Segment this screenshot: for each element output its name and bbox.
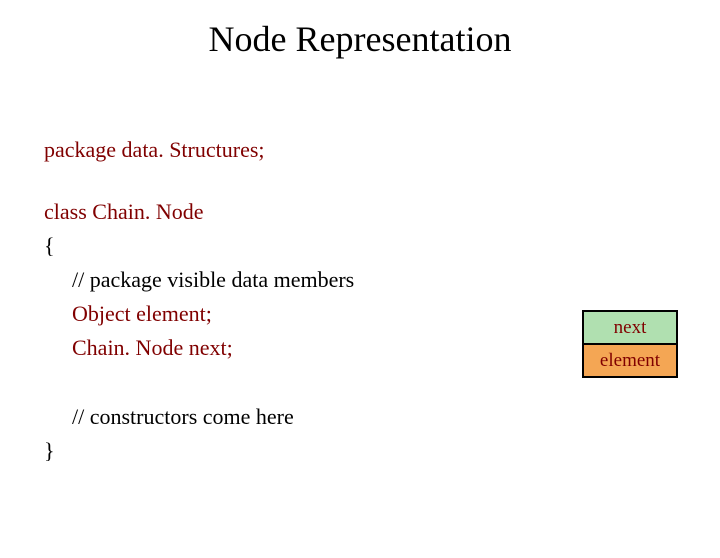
close-brace: } <box>44 434 354 468</box>
member-element: Object element; <box>44 297 354 331</box>
slide-title: Node Representation <box>0 18 720 60</box>
code-listing: package data. Structures; class Chain. N… <box>44 133 354 468</box>
open-brace: { <box>44 229 354 263</box>
class-declaration: class Chain. Node <box>44 195 354 229</box>
node-diagram: next element <box>582 310 678 378</box>
package-declaration: package data. Structures; <box>44 133 354 167</box>
node-cell-next: next <box>582 310 678 344</box>
comment-constructors: // constructors come here <box>44 400 354 434</box>
comment-data-members: // package visible data members <box>44 263 354 297</box>
member-next: Chain. Node next; <box>44 331 354 365</box>
node-cell-element: element <box>582 344 678 378</box>
